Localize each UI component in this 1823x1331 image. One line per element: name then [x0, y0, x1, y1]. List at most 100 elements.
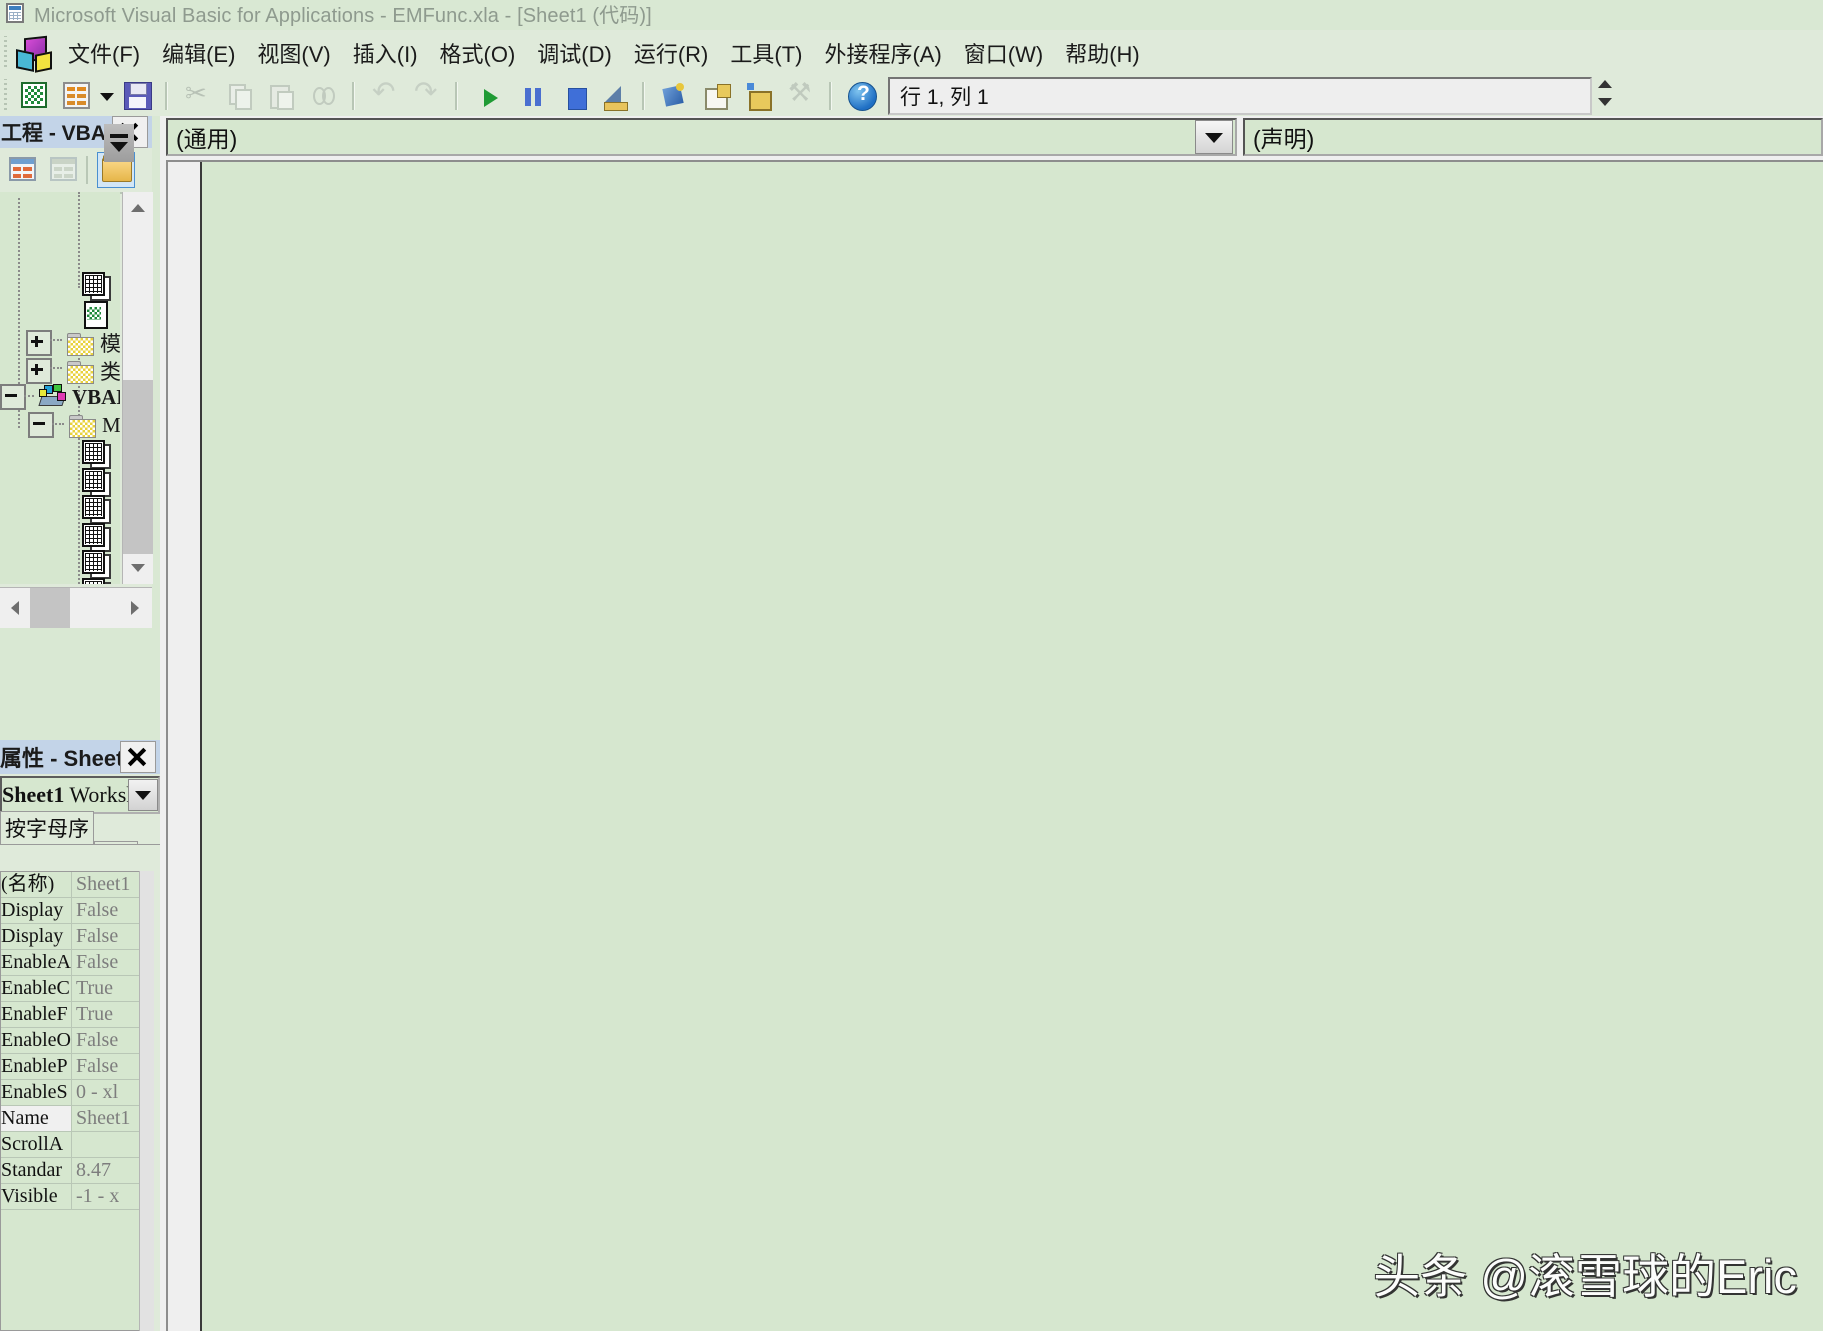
project-tree[interactable]: 模块 类模块 VBAPr Mic [0, 192, 120, 584]
property-row[interactable]: Display False [1, 924, 145, 950]
scroll-left-icon[interactable] [0, 588, 30, 628]
properties-vscrollbar[interactable] [139, 871, 154, 1331]
save-icon[interactable] [118, 79, 154, 113]
project-tree-vscrollbar[interactable] [122, 192, 153, 584]
object-select[interactable]: Sheet1 Worksheet [0, 776, 160, 814]
tree-item-sheet[interactable] [82, 272, 112, 301]
undo-icon[interactable] [366, 75, 402, 113]
property-row[interactable]: Standar 8.47 [1, 1158, 145, 1184]
object-browser-icon[interactable] [740, 79, 776, 113]
tree-item-sheet[interactable] [82, 523, 111, 552]
tree-item-thisworkbook[interactable] [82, 300, 112, 329]
scroll-up-icon[interactable] [123, 192, 153, 222]
collapse-icon[interactable] [28, 412, 54, 438]
toolbar-drag-handle[interactable] [1, 79, 11, 113]
property-row[interactable]: ScrollA [1, 1132, 145, 1158]
tab-categorized[interactable] [94, 841, 138, 844]
code-text-area[interactable] [204, 162, 1823, 1331]
redo-icon[interactable] [408, 75, 444, 113]
tree-item-sheet[interactable] [82, 440, 111, 469]
paste-icon[interactable] [263, 79, 299, 113]
close-icon[interactable] [120, 741, 156, 773]
tree-item-sheet[interactable] [82, 578, 111, 584]
property-value[interactable]: False [72, 924, 118, 949]
property-row[interactable]: EnableO False [1, 1028, 145, 1054]
property-value[interactable]: 0 - xl [72, 1080, 118, 1105]
property-row[interactable]: EnableP False [1, 1054, 145, 1080]
property-row[interactable]: Visible -1 - x [1, 1184, 145, 1210]
object-dropdown[interactable]: (通用) [166, 118, 1237, 156]
property-row[interactable]: Display False [1, 898, 145, 924]
view-excel-icon[interactable] [16, 79, 52, 113]
find-icon[interactable] [305, 79, 341, 113]
view-object-icon[interactable] [46, 153, 82, 187]
property-value[interactable]: Sheet1 [72, 1106, 130, 1131]
property-value[interactable]: -1 - x [72, 1184, 119, 1209]
property-row[interactable]: EnableF True [1, 1002, 145, 1028]
chevron-down-icon[interactable] [1195, 120, 1233, 154]
toolbox-icon[interactable] [782, 77, 818, 113]
properties-window-icon[interactable] [698, 79, 734, 113]
expand-icon[interactable] [26, 358, 52, 384]
tree-item-excel-objects[interactable]: Mic [28, 412, 120, 438]
scroll-thumb[interactable] [123, 380, 153, 560]
tree-item-vbaproject[interactable]: VBAPr [0, 384, 120, 410]
menu-drag-handle[interactable] [1, 36, 11, 70]
chevron-down-icon[interactable] [128, 779, 158, 811]
tree-item-modules[interactable]: 模块 [26, 328, 120, 358]
tree-item-class-modules[interactable]: 类模块 [26, 356, 120, 386]
pane-overflow-icon[interactable] [104, 124, 134, 162]
view-code-icon[interactable] [5, 153, 41, 187]
scroll-right-icon[interactable] [122, 588, 152, 628]
chevron-down-icon[interactable] [97, 79, 115, 113]
code-margin-indicator-bar[interactable] [168, 162, 202, 1331]
menu-item-file[interactable]: 文件(F) [57, 35, 151, 71]
menu-item-format[interactable]: 格式(O) [429, 35, 527, 71]
pause-icon[interactable] [511, 79, 547, 113]
tree-item-sheet[interactable] [82, 550, 111, 579]
project-explorer-icon[interactable] [656, 79, 692, 113]
procedure-dropdown[interactable]: (声明) [1243, 118, 1823, 156]
property-value[interactable]: True [72, 1002, 113, 1027]
property-value[interactable]: 8.47 [72, 1158, 111, 1183]
scroll-thumb[interactable] [30, 588, 70, 628]
menu-item-window[interactable]: 窗口(W) [953, 35, 1054, 71]
menu-item-debug[interactable]: 调试(D) [526, 35, 623, 71]
property-value[interactable]: False [72, 898, 118, 923]
property-value[interactable]: False [72, 950, 118, 975]
menu-item-addins[interactable]: 外接程序(A) [813, 35, 952, 71]
copy-icon[interactable] [221, 79, 257, 113]
menu-item-edit[interactable]: 编辑(E) [151, 35, 246, 71]
property-row[interactable]: EnableS 0 - xl [1, 1080, 145, 1106]
project-tree-hscrollbar[interactable] [0, 587, 152, 628]
property-value[interactable]: True [72, 976, 113, 1001]
design-mode-icon[interactable] [595, 79, 631, 113]
property-row[interactable]: Name Sheet1 [1, 1106, 145, 1132]
scroll-down-icon[interactable] [123, 554, 153, 584]
menu-item-help[interactable]: 帮助(H) [1054, 35, 1151, 71]
run-icon[interactable] [469, 79, 505, 113]
property-value[interactable] [72, 1132, 76, 1157]
property-row[interactable]: (名称) Sheet1 [1, 872, 145, 898]
stop-icon[interactable] [553, 79, 589, 113]
menu-item-run[interactable]: 运行(R) [623, 35, 720, 71]
tree-item-sheet[interactable] [82, 495, 111, 524]
property-value[interactable]: Sheet1 [72, 872, 130, 897]
menu-item-view[interactable]: 视图(V) [246, 35, 341, 71]
toolbar-overflow-spinner[interactable] [1594, 78, 1616, 114]
code-editor[interactable] [166, 160, 1823, 1331]
tab-alphabetic[interactable]: 按字母序 [0, 811, 94, 844]
property-row[interactable]: EnableA False [1, 950, 145, 976]
expand-icon[interactable] [26, 330, 52, 356]
property-value[interactable]: False [72, 1028, 118, 1053]
menu-item-tools[interactable]: 工具(T) [719, 35, 813, 71]
properties-list[interactable]: (名称) Sheet1 Display False Display False Ena… [0, 871, 146, 1331]
help-icon[interactable] [843, 79, 879, 113]
cut-icon[interactable] [179, 78, 215, 113]
menu-item-insert[interactable]: 插入(I) [342, 35, 429, 71]
collapse-icon[interactable] [0, 384, 26, 410]
property-value[interactable]: False [72, 1054, 118, 1079]
insert-userform-icon[interactable] [58, 79, 94, 113]
tree-item-sheet[interactable] [82, 468, 111, 497]
property-row[interactable]: EnableC True [1, 976, 145, 1002]
